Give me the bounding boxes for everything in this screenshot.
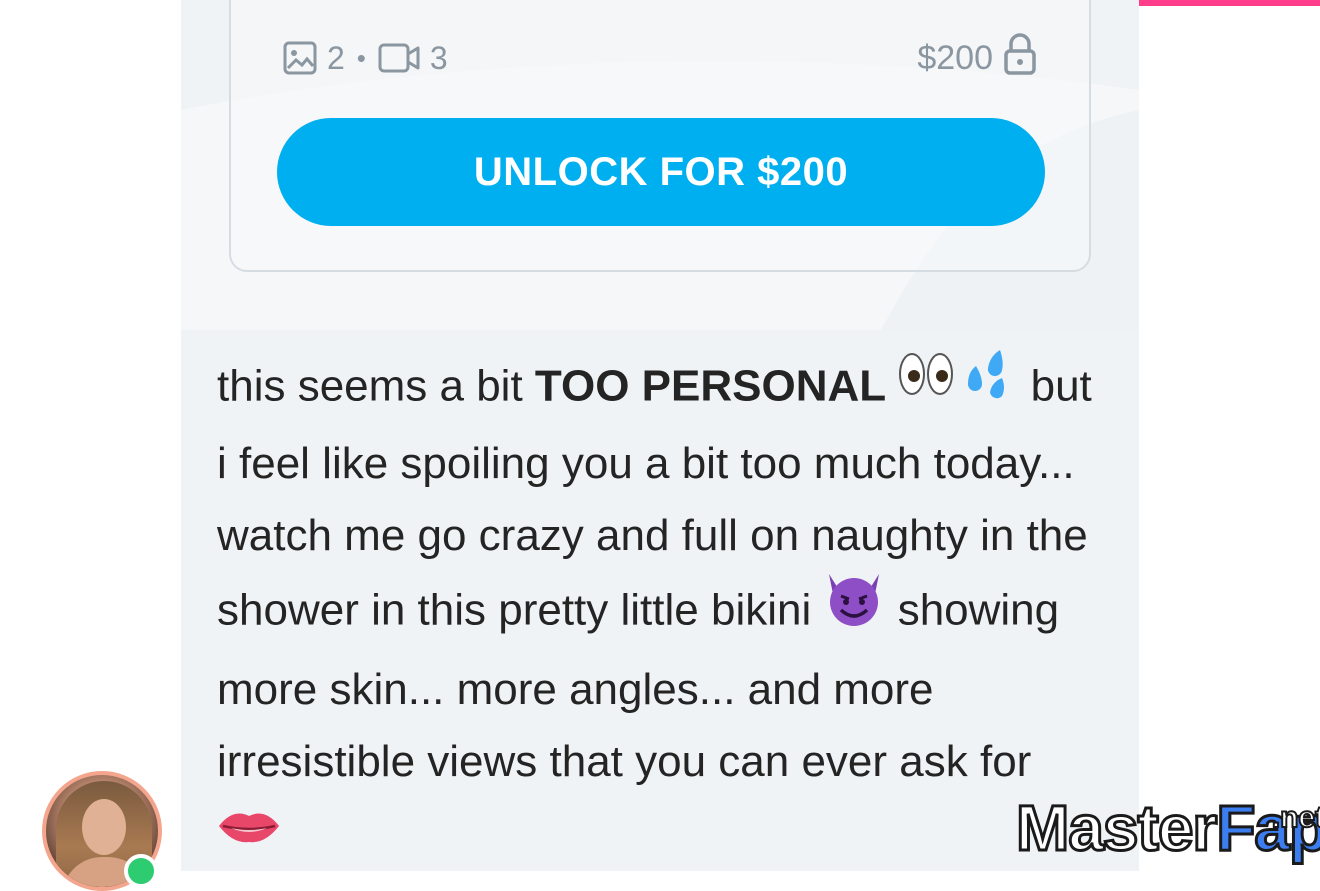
price-label: $200 — [917, 38, 993, 77]
media-counts: 2 • 3 — [283, 38, 448, 78]
eyes-sweat-emoji — [898, 346, 1018, 424]
watermark-suffix: .net — [1271, 800, 1320, 835]
lips-emoji — [217, 796, 281, 868]
lock-icon — [1003, 32, 1037, 84]
locked-post-card: 2 • 3 $200 UNLOCK FOR $200 — [229, 0, 1091, 272]
watermark-part-1: Master — [1014, 791, 1218, 866]
unlock-button[interactable]: UNLOCK FOR $200 — [277, 118, 1045, 226]
message-part-1: this seems a bit — [217, 361, 535, 411]
message-text: this seems a bit TOO PERSONAL but i feel… — [217, 350, 1107, 871]
price-info: $200 — [917, 32, 1037, 78]
watermark-logo: Master Fap .net — [1014, 788, 1320, 868]
online-status-dot — [124, 854, 158, 888]
photo-count: 2 — [327, 39, 345, 76]
top-accent-bar — [1122, 0, 1320, 6]
separator-dot: • — [356, 42, 366, 73]
video-count: 3 — [429, 39, 448, 76]
message-bold: TOO PERSONAL — [534, 361, 887, 411]
chat-column: 2 • 3 $200 UNLOCK FOR $200 this seems a … — [181, 0, 1139, 871]
smiling-devil-emoji — [823, 568, 885, 650]
video-icon — [378, 41, 420, 75]
image-icon — [283, 41, 317, 75]
